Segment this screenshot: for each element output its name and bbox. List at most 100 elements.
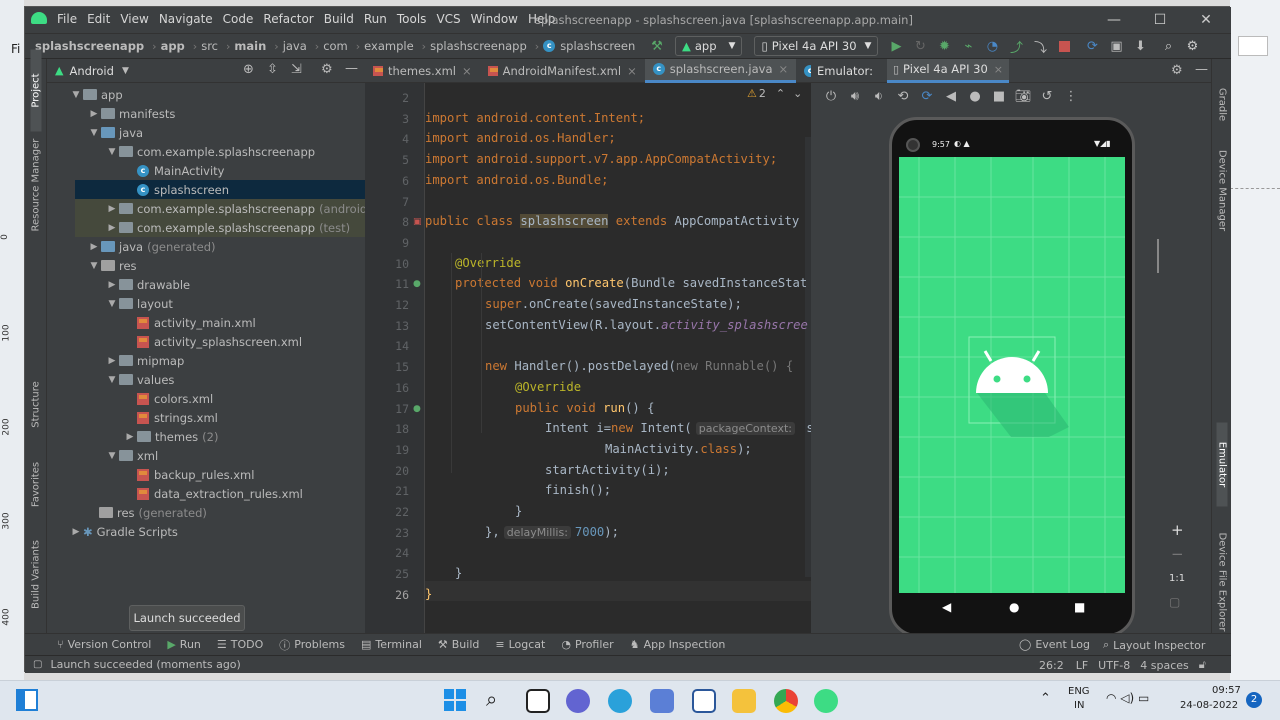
rotate-right-icon[interactable]: ⟳ (917, 86, 937, 106)
tree-item-backup-rules-xml[interactable]: backup_rules.xml (137, 465, 254, 484)
word-icon[interactable] (692, 689, 716, 713)
chevron-up-icon[interactable]: ⌃ (776, 87, 785, 100)
class-marker-icon[interactable]: ▣ (413, 217, 422, 227)
tool-terminal[interactable]: ▤ Terminal (361, 638, 422, 651)
code-line[interactable]: import android.os.Handler; (425, 131, 616, 145)
tree-item-xml[interactable]: ▼ xml (105, 446, 159, 465)
menu-edit[interactable]: Edit (87, 12, 110, 26)
code-line[interactable]: @Override (455, 256, 521, 270)
tree-item-mipmap[interactable]: ▶ mipmap (105, 351, 185, 370)
task-view-button-icon[interactable] (526, 689, 550, 713)
locate-icon[interactable]: ⊕ (243, 62, 254, 77)
breadcrumb-class[interactable]: splashscreen (560, 39, 635, 53)
close-icon[interactable]: × (994, 63, 1003, 76)
tree-item-manifests[interactable]: ▶ manifests (87, 104, 176, 123)
tool-profiler[interactable]: ◔ Profiler (561, 638, 613, 651)
tree-item-gradle-scripts[interactable]: ▶ ✱ Gradle Scripts (69, 522, 178, 541)
sync-icon[interactable]: ⟳ (1082, 36, 1102, 56)
breadcrumb-main[interactable]: main (234, 39, 266, 53)
chevron-down-icon[interactable]: ▼ (122, 66, 129, 76)
zoom-fit-icon[interactable]: ▢ (1169, 595, 1180, 609)
search-icon[interactable]: ⌕ (1158, 36, 1178, 56)
volume-down-icon[interactable]: 🔉︎ (869, 86, 889, 106)
gear-icon[interactable]: ⚙ (321, 62, 333, 77)
overview-icon[interactable]: ■ (989, 86, 1009, 106)
tool-event-log[interactable]: ◯ Event Log (1019, 638, 1090, 651)
run-icon[interactable]: ▶ (886, 36, 906, 56)
tab-android-manifest[interactable]: AndroidManifest.xml × (480, 59, 645, 83)
tree-item-app[interactable]: ▼ app (69, 85, 123, 104)
code-line[interactable]: }, delayMillis: 7000); (485, 525, 619, 539)
inspection-widget[interactable]: ⚠ 2 ⌃ ⌄ (747, 87, 802, 100)
tree-item-res[interactable]: ▼ res (87, 256, 137, 275)
gear-icon[interactable]: ⚙ (1182, 36, 1202, 56)
tree-item-res-generated[interactable]: res (generated) (99, 503, 207, 522)
telegram-icon[interactable] (608, 689, 632, 713)
menu-run[interactable]: Run (364, 12, 387, 26)
menu-refactor[interactable]: Refactor (263, 12, 313, 26)
code-line[interactable]: new Handler().postDelayed(new Runnable()… (485, 359, 793, 373)
code-line[interactable]: finish(); (545, 483, 611, 497)
tab-project[interactable]: Project (30, 49, 42, 132)
menu-tools[interactable]: Tools (397, 12, 427, 26)
code-line[interactable]: import android.os.Bundle; (425, 173, 608, 187)
maximize-button[interactable]: ☐ (1137, 7, 1183, 33)
language-indicator[interactable]: ENG (1068, 686, 1090, 697)
hammer-icon[interactable]: ⚒ (647, 36, 667, 56)
code-line[interactable]: } (515, 504, 522, 518)
breadcrumb-app[interactable]: app (161, 39, 185, 53)
tool-layout-inspector[interactable]: ⌕ Layout Inspector (1103, 638, 1205, 652)
snapshot-icon[interactable]: ↺ (1037, 86, 1057, 106)
tool-logcat[interactable]: ≡ Logcat (495, 638, 545, 651)
region-indicator[interactable]: IN (1074, 700, 1084, 711)
status-message[interactable]: Launch succeeded (moments ago) (50, 658, 240, 671)
code-line[interactable]: import android.content.Intent; (425, 111, 645, 125)
code-line[interactable]: } (455, 566, 462, 580)
code-line[interactable]: startActivity(i); (545, 463, 670, 477)
rerun-icon[interactable]: ↻ (910, 36, 930, 56)
lock-icon[interactable]: 🔓︎ (1199, 658, 1206, 672)
tool-app-inspection[interactable]: ♞ App Inspection (630, 638, 726, 651)
more-icon[interactable]: ⋮ (1061, 86, 1081, 106)
tree-item-splashscreen[interactable]: c splashscreen (137, 180, 229, 199)
rotate-left-icon[interactable]: ⟲ (893, 86, 913, 106)
phone-back-button[interactable]: ◀ (942, 600, 951, 614)
run-config-dropdown[interactable]: ▲ app ▼ (675, 36, 743, 56)
tree-item-package-test[interactable]: ▶ com.example.splashscreenapp (test) (105, 218, 351, 237)
code-line[interactable]: super.onCreate(savedInstanceState); (485, 297, 742, 311)
code-editor[interactable]: ⚠ 2 ⌃ ⌄ import android.content.Intent; impor… (425, 83, 811, 633)
sdk-manager-icon[interactable]: ⬇ (1130, 36, 1150, 56)
line-separator[interactable]: LF (1076, 659, 1088, 672)
zoom-out-icon[interactable]: − (1171, 545, 1184, 563)
tab-gradle[interactable]: Gradle (1217, 63, 1228, 147)
override-marker-icon[interactable]: ● (413, 279, 421, 289)
debug-icon[interactable]: ✹ (934, 36, 954, 56)
tree-item-activity-splashscreen-xml[interactable]: activity_splashscreen.xml (137, 332, 302, 351)
tab-splashscreen-java[interactable]: c splashscreen.java × (644, 58, 797, 83)
tree-item-java-generated[interactable]: ▶ java (generated) (87, 237, 216, 256)
device-dropdown[interactable]: ▯ Pixel 4a API 30 ▼ (754, 36, 879, 56)
phone-overview-button[interactable]: ■ (1074, 600, 1085, 614)
profile-icon[interactable]: ◔ (982, 36, 1002, 56)
panel-toggle-icon[interactable]: ▢ (33, 659, 42, 670)
tree-item-package-androidtest[interactable]: ▶ com.example.splashscreenapp (androidTest… (105, 199, 395, 218)
tool-build[interactable]: ⚒ Build (438, 638, 480, 651)
stop-icon[interactable] (1054, 36, 1074, 56)
tree-item-activity-main-xml[interactable]: activity_main.xml (137, 313, 256, 332)
hide-panel-icon[interactable]: — (345, 61, 358, 76)
menu-view[interactable]: View (120, 12, 148, 26)
code-line[interactable]: protected void onCreate(Bundle savedInst… (455, 276, 807, 290)
breadcrumb-project[interactable]: splashscreenapp (35, 39, 144, 53)
code-line[interactable]: @Override (515, 380, 581, 394)
file-encoding[interactable]: UTF-8 (1098, 659, 1130, 672)
tree-item-drawable[interactable]: ▶ drawable (105, 275, 191, 294)
android-studio-icon[interactable] (814, 689, 838, 713)
back-icon[interactable]: ◀ (941, 86, 961, 106)
search-icon[interactable]: ⌕ (486, 687, 497, 711)
menu-window[interactable]: Window (471, 12, 518, 26)
menu-build[interactable]: Build (324, 12, 354, 26)
menu-navigate[interactable]: Navigate (159, 12, 213, 26)
tree-item-strings-xml[interactable]: strings.xml (137, 408, 218, 427)
phone-home-button[interactable]: ● (1009, 600, 1019, 614)
tab-build-variants[interactable]: Build Variants (31, 534, 42, 616)
